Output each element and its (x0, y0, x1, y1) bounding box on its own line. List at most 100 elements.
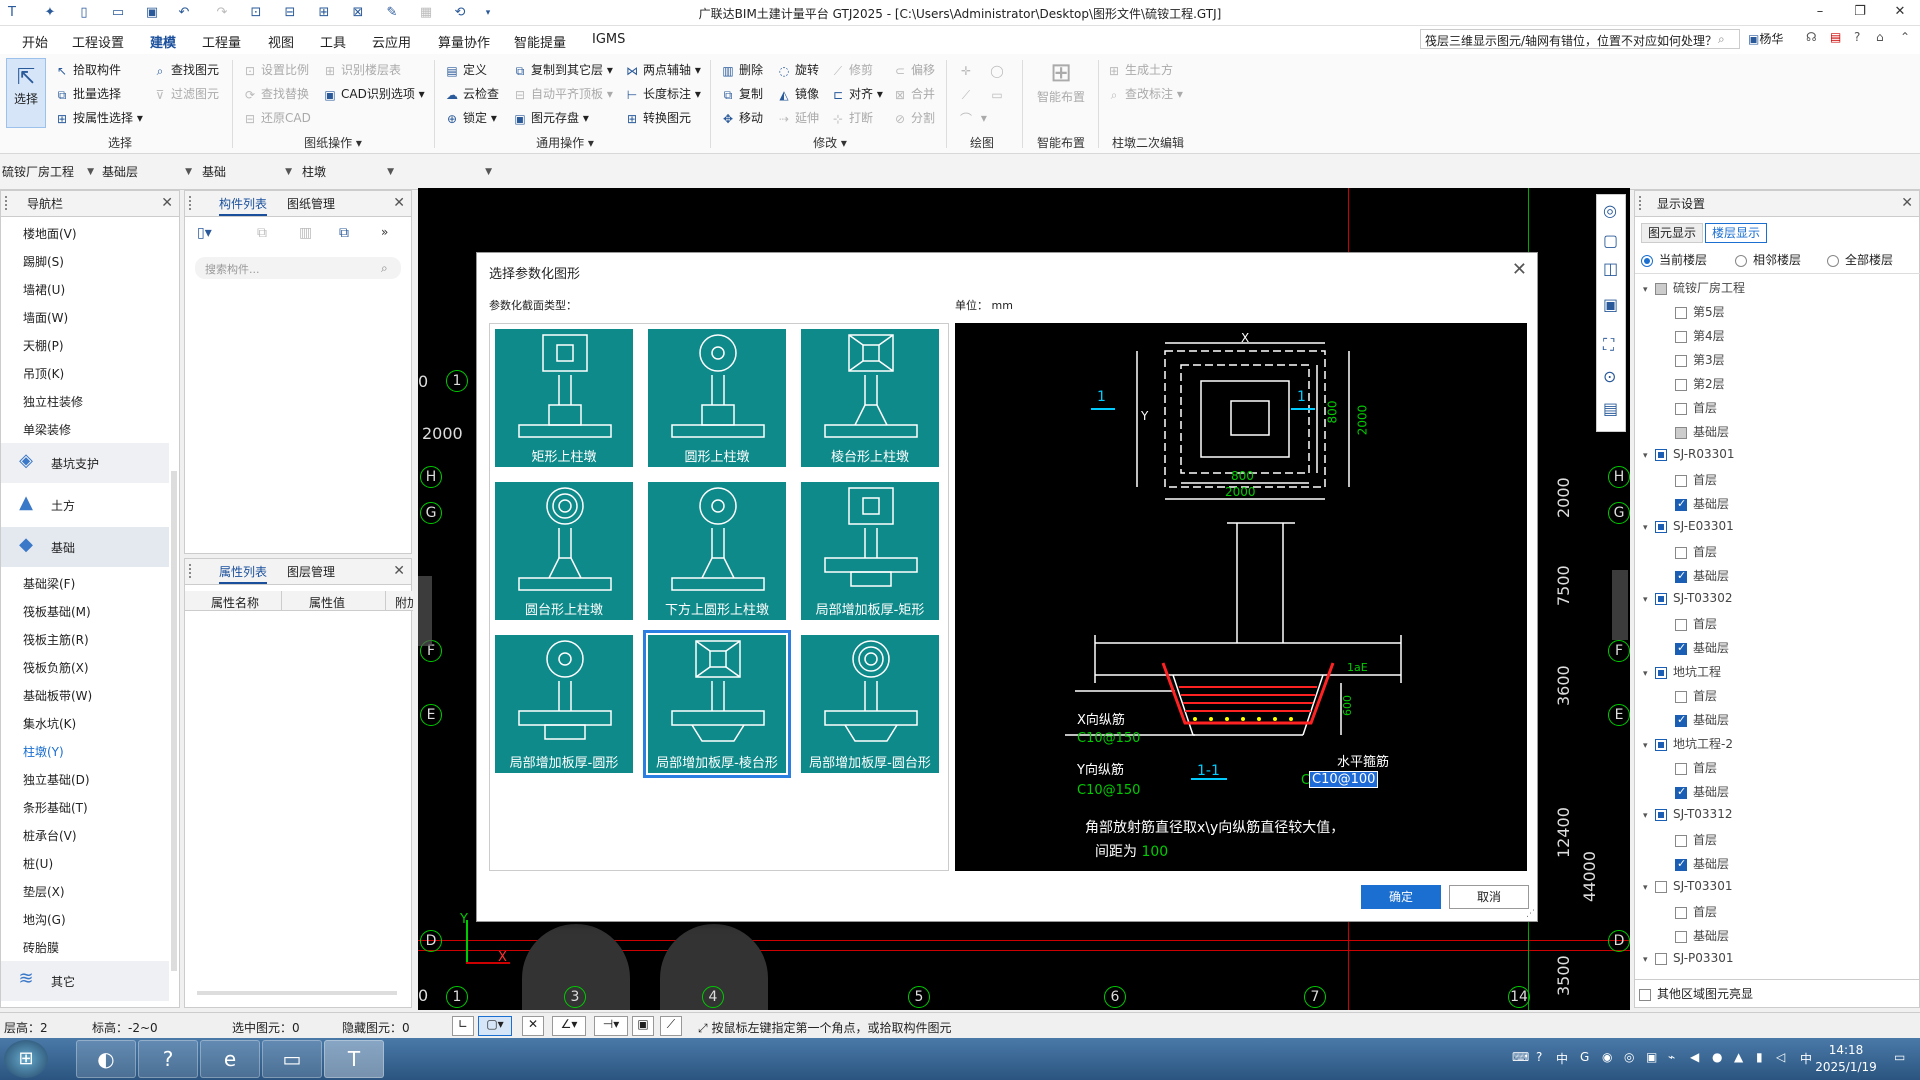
view-3d-icon[interactable]: ▢ (1603, 231, 1618, 250)
radio-current-floor[interactable]: 当前楼层 (1641, 251, 1707, 268)
tree-floor-node[interactable]: 首层 (1675, 471, 1717, 488)
task-app-1-icon[interactable]: ◐ (76, 1040, 136, 1078)
tree-project-node[interactable]: ▾ 地坑工程 (1643, 663, 1721, 680)
checkbox-icon[interactable] (1655, 738, 1667, 751)
tab-element-display[interactable]: 图元显示 (1641, 223, 1703, 243)
tree-floor-node[interactable]: 基础层 (1675, 639, 1729, 656)
app-logo-icon[interactable]: T (2, 4, 22, 22)
close-icon[interactable]: ✕ (1512, 259, 1527, 280)
copy-button[interactable]: ⧉ 复制 (720, 84, 763, 104)
shape-tile[interactable]: 棱台形上柱墩 (800, 328, 940, 468)
nav-cat-foundation[interactable]: ◆ 基础 (1, 527, 169, 567)
nav-cat-earthwork[interactable]: ▲ 土方 (1, 485, 169, 525)
checkbox-icon[interactable] (1675, 906, 1687, 919)
component-search-input[interactable]: 搜索构件... (195, 257, 401, 279)
ortho-icon[interactable]: ∟ (452, 1016, 474, 1036)
dynamic-input-icon[interactable]: ⊣▾ (594, 1016, 628, 1036)
checkbox-icon[interactable] (1675, 354, 1687, 367)
nav-cat-pit-support[interactable]: ◈ 基坑支护 (1, 443, 169, 483)
notes-icon[interactable]: ▤ (1603, 399, 1618, 418)
two-point-axis-button[interactable]: ⋈ 两点辅轴 ▾ (624, 60, 701, 80)
radio-all-floors[interactable]: 全部楼层 (1827, 251, 1893, 268)
tree-toggle-icon[interactable]: ▾ (1643, 523, 1655, 533)
attr-scrollbar[interactable] (197, 991, 397, 995)
element-save-button[interactable]: ▣ 图元存盘 ▾ (512, 108, 589, 128)
checkbox-icon[interactable] (1675, 426, 1687, 439)
nav-item-selected[interactable]: 柱墩(Y) (23, 743, 64, 760)
draw-point-button[interactable]: ✛ ◯ (958, 60, 1008, 80)
nav-item[interactable]: 墙裙(U) (23, 281, 65, 298)
cloud-check-button[interactable]: ☁ 云检查 (444, 84, 499, 104)
preview-note-2-value[interactable]: 100 (1141, 844, 1168, 860)
tree-toggle-icon[interactable]: ▾ (1643, 451, 1655, 461)
menu-modeling[interactable]: 建模 (147, 32, 179, 57)
checkbox-icon[interactable] (1675, 402, 1687, 415)
tree-toggle-icon[interactable]: ▾ (1643, 285, 1655, 295)
highlight-other-checkbox[interactable]: 其他区域图元亮显 (1639, 985, 1753, 1002)
tab-floor-display[interactable]: 楼层显示 (1705, 223, 1767, 243)
checkbox-icon[interactable] (1675, 785, 1687, 799)
project-select[interactable]: 硫铵厂房工程 ▼ (0, 162, 98, 182)
layer-copy-icon[interactable]: ⧉ (339, 225, 349, 241)
tree-floor-node[interactable]: 基础层 (1675, 711, 1729, 728)
undo-icon[interactable]: ↶ (174, 4, 194, 22)
tray-keyboard-icon[interactable]: ⌨ (1512, 1050, 1529, 1064)
move-button[interactable]: ✥ 移动 (720, 108, 763, 128)
shape-tile[interactable]: 局部增加板厚-圆形 (494, 634, 634, 774)
tree-toggle-icon[interactable]: ▾ (1643, 741, 1655, 751)
menu-quantity[interactable]: 工程量 (202, 32, 241, 51)
tray-google-icon[interactable]: G (1580, 1050, 1589, 1064)
tree-toggle-icon[interactable]: ▾ (1643, 595, 1655, 605)
cube-icon[interactable]: ◫ (1603, 259, 1618, 278)
rotate-button[interactable]: ◌ 旋转 (776, 60, 819, 80)
tree-toggle-icon[interactable]: ▾ (1643, 955, 1655, 965)
checkbox-icon[interactable] (1675, 497, 1687, 511)
nav-item[interactable]: 地沟(G) (23, 911, 66, 928)
shape-tile[interactable]: 局部增加板厚-圆台形 (800, 634, 940, 774)
nav-item[interactable]: 基础梁(F) (23, 575, 75, 592)
drag-handle[interactable] (189, 196, 193, 210)
headset-icon[interactable]: ☊ (1806, 30, 1817, 44)
menu-start[interactable]: 开始 (22, 32, 48, 51)
nav-item[interactable]: 桩承台(V) (23, 827, 77, 844)
close-icon[interactable]: ✕ (393, 195, 405, 211)
find-elements-button[interactable]: ⌕ 查找图元 (152, 60, 219, 80)
tree-toggle-icon[interactable]: ▾ (1643, 883, 1655, 893)
tree-floor-node[interactable]: 基础层 (1675, 855, 1729, 872)
tray-app-2-icon[interactable]: ◎ (1624, 1050, 1634, 1064)
checkbox-icon[interactable] (1675, 306, 1687, 319)
set-scale-button[interactable]: ⊡ 设置比例 (242, 60, 309, 80)
snap-icon[interactable]: ▢▾ (478, 1016, 512, 1036)
tree-floor-node[interactable]: 基础层 (1675, 783, 1729, 800)
tab-component-list[interactable]: 构件列表 (219, 195, 268, 216)
tab-drawing-manage[interactable]: 图纸管理 (287, 195, 335, 212)
menu-cloud[interactable]: 云应用 (372, 32, 411, 51)
redo-icon[interactable]: ↷ (212, 4, 232, 22)
filter-elements-button[interactable]: ⊽ 过滤图元 (152, 84, 219, 104)
checkbox-icon[interactable] (1675, 857, 1687, 871)
draw-arc-button[interactable]: ⌒ ▾ (958, 108, 987, 128)
tray-signal-icon[interactable]: ▮ (1756, 1050, 1763, 1064)
split-button[interactable]: ⊘ 分割 (892, 108, 935, 128)
resize-grip-icon[interactable]: ⋰ (1526, 909, 1535, 919)
collapse-left-handle[interactable] (418, 576, 432, 646)
search-icon[interactable]: ⌕ (381, 261, 388, 276)
break-button[interactable]: ⊹ 打断 (830, 108, 873, 128)
nav-item[interactable]: 筏板基础(M) (23, 603, 91, 620)
open-folder-icon[interactable]: ▭ (108, 4, 128, 22)
tree-floor-node[interactable]: 第3层 (1675, 351, 1725, 368)
batch-select-button[interactable]: ⧉ 批量选择 (54, 84, 121, 104)
shape-tile[interactable]: 矩形上柱墩 (494, 328, 634, 468)
menu-tools[interactable]: 工具 (320, 32, 346, 51)
smart-layout-button[interactable]: ⊞ 智能布置 (1030, 58, 1092, 105)
delete-component-icon[interactable]: ▥ (299, 225, 312, 241)
collapse-ribbon-icon[interactable]: ⌃ (1900, 30, 1910, 44)
collapse-right-handle[interactable] (1612, 570, 1628, 640)
message-icon[interactable]: ▤ (1830, 30, 1841, 44)
convert-elements-button[interactable]: ⊞ 转换图元 (624, 108, 691, 128)
restore-icon[interactable]: ❐ (1840, 0, 1880, 26)
tree-floor-node[interactable]: 基础层 (1675, 567, 1729, 584)
floor-select[interactable]: 基础层 ▼ (100, 162, 196, 182)
tree-floor-node[interactable]: 首层 (1675, 399, 1717, 416)
new-icon[interactable]: ✦ (40, 4, 60, 22)
